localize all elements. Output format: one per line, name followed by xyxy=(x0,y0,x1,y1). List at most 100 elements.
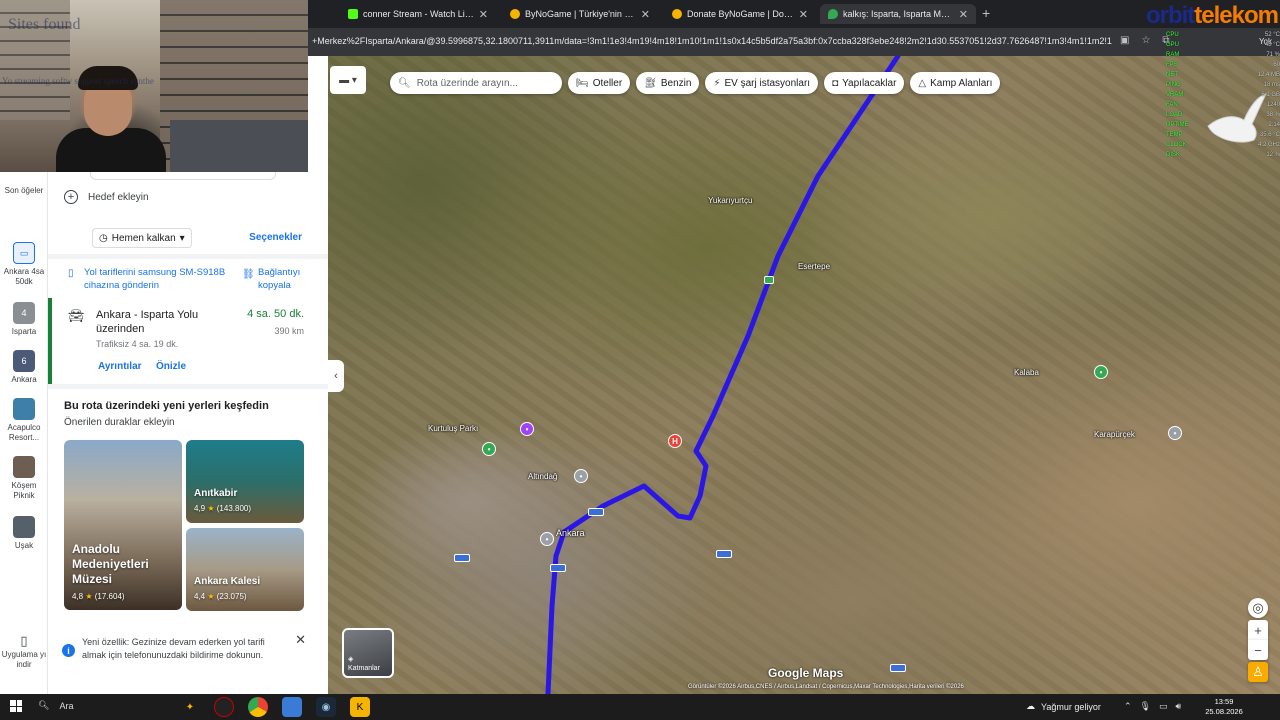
url-field[interactable]: +Merkez%2FIsparta/Ankara/@39.5996875,32.… xyxy=(312,36,1112,46)
zoom-in-button[interactable]: + xyxy=(1248,620,1268,640)
stat-label: FAN xyxy=(1166,102,1178,108)
highway-shield-icon xyxy=(890,664,906,672)
google-maps-logo: Google Maps xyxy=(768,666,844,680)
recording-app-icon[interactable] xyxy=(214,697,234,717)
widgets-icon[interactable]: ✦ xyxy=(180,697,200,717)
collapse-panel-button[interactable]: ‹ xyxy=(328,360,344,392)
route-details-link[interactable]: Ayrıntılar xyxy=(98,361,142,372)
route-marker-icon xyxy=(764,276,774,284)
microphone-icon[interactable]: 🎙︎ xyxy=(1140,701,1151,712)
place-review-count: (17.604) xyxy=(94,592,125,601)
rail-item-ankara-route[interactable]: ▭ Ankara 4sa 50dk xyxy=(0,242,48,287)
app-icon[interactable]: K xyxy=(350,697,370,717)
place-card-museum[interactable]: Anadolu Medeniyetleri Müzesi 4,8 ★ (17.6… xyxy=(64,440,182,610)
place-card-anitkabir[interactable]: Anıtkabir 4,9 ★ (143.800) xyxy=(186,440,304,523)
rail-item-usak[interactable]: Uşak xyxy=(0,516,48,551)
cast-icon[interactable]: ▣ xyxy=(1120,35,1129,46)
hospital-pin-icon[interactable]: H xyxy=(668,434,682,448)
tab-title: Donate ByNoGame | Donations xyxy=(687,9,794,19)
taskbar-apps: ✦ ◉ K xyxy=(180,697,370,717)
rail-item-isparta[interactable]: 4 Isparta xyxy=(0,302,48,337)
park-pin-icon[interactable]: • xyxy=(482,442,496,456)
browser-tab-bynogame[interactable]: ByNoGame | Türkiye'nin En Büy ✕ xyxy=(502,4,658,24)
attraction-pin-icon[interactable]: • xyxy=(520,422,534,436)
map-place-label[interactable]: Karapürçek xyxy=(1094,430,1135,439)
map-place-label[interactable]: Esertepe xyxy=(798,262,830,271)
file-explorer-icon[interactable] xyxy=(282,697,302,717)
place-card-ankara-kalesi[interactable]: Ankara Kalesi 4,4 ★ (23.075) xyxy=(186,528,304,611)
place-name: Anıtkabir xyxy=(194,488,238,499)
stat-value: 4.2 GHz xyxy=(1257,142,1280,148)
windows-taskbar: 🔍︎ Ara ✦ ◉ K ☁︎ Yağmur geliyor ⌃ 🎙︎ ▭ 🔊︎… xyxy=(0,694,1280,720)
close-icon[interactable]: ✕ xyxy=(295,632,306,648)
clock-icon: ◷ xyxy=(99,232,108,244)
stat-label: DISK xyxy=(1166,152,1181,158)
bookmark-star-icon[interactable]: ☆ xyxy=(1141,35,1150,46)
start-button[interactable] xyxy=(10,700,22,712)
rail-item-kosem-piknik[interactable]: Köşem Piknik xyxy=(0,456,48,501)
map-place-label[interactable]: Ankara xyxy=(556,528,585,538)
chip-hotels[interactable]: 🛏︎ Oteller xyxy=(568,72,631,94)
map-place-label[interactable]: Altındağ xyxy=(528,472,557,481)
close-tab-icon[interactable]: ✕ xyxy=(641,8,650,21)
map-place-label[interactable]: Kurtuluş Parkı xyxy=(428,424,478,433)
park-pin-icon[interactable]: • xyxy=(1094,365,1108,379)
copy-link-button[interactable]: ⛓︎ Bağlantıyı kopyala xyxy=(242,266,322,292)
chip-ev-charging[interactable]: ⚡︎ EV şarj istasyonları xyxy=(705,72,819,94)
chip-fuel[interactable]: ⛽︎ Benzin xyxy=(636,72,700,94)
star-icon: ★ xyxy=(207,504,215,513)
my-location-button[interactable]: ◎ xyxy=(1248,598,1268,618)
network-icon[interactable]: ▭ xyxy=(1159,701,1168,712)
place-pin-icon[interactable]: • xyxy=(540,532,554,546)
place-pin-icon[interactable]: • xyxy=(1168,426,1182,440)
send-to-phone-link[interactable]: ▯ Yol tariflerini samsung SM-S918B cihaz… xyxy=(68,266,236,292)
weather-widget[interactable]: ☁︎ Yağmur geliyor xyxy=(1026,701,1101,712)
browser-tab-maps[interactable]: kalkış: Isparta, Isparta Merkez/I ✕ xyxy=(820,4,976,24)
browser-tab-kick[interactable]: conner Stream - Watch Live on ✕ xyxy=(340,4,496,24)
stat-label: NET xyxy=(1166,72,1178,78)
taskbar-clock[interactable]: 13:59 25.08.2026 xyxy=(1202,697,1246,717)
taskbar-search[interactable]: 🔍︎ Ara xyxy=(38,700,73,711)
browser-tab-donate[interactable]: Donate ByNoGame | Donations ✕ xyxy=(664,4,816,24)
route-preview-link[interactable]: Önizle xyxy=(156,361,186,372)
chip-campgrounds[interactable]: △ Kamp Alanları xyxy=(910,72,1001,94)
map-place-label[interactable]: Yukarıyurtçu xyxy=(708,196,752,205)
zoom-out-button[interactable]: − xyxy=(1248,640,1268,660)
chrome-icon[interactable] xyxy=(248,697,268,717)
speaker-icon[interactable]: 🔊︎ xyxy=(1176,701,1182,712)
bynogame-icon xyxy=(672,9,682,19)
fuel-icon: ⛽︎ xyxy=(644,77,657,89)
route-search-input[interactable]: 🔍︎ Rota üzerinde arayın... xyxy=(390,72,562,94)
rail-item-label: Uşak xyxy=(14,541,34,550)
chip-label: Kamp Alanları xyxy=(930,77,993,89)
satellite-map[interactable]: ▬ ▾ 🔍︎ Rota üzerinde arayın... 🛏︎ Oteller… xyxy=(328,56,1280,694)
address-bar-icons: ▣ ☆ ⧉ xyxy=(1120,35,1170,46)
layers-button[interactable]: ◈ Katmanlar xyxy=(342,628,394,678)
new-tab-icon[interactable]: + xyxy=(982,5,990,21)
stat-value: 1240 xyxy=(1266,102,1280,108)
close-tab-icon[interactable]: ✕ xyxy=(959,8,968,21)
options-link[interactable]: Seçenekler xyxy=(249,232,302,243)
stat-value: 35.6 °C xyxy=(1259,132,1280,138)
rail-item-acapulco[interactable]: Acapulco Resort... xyxy=(0,398,48,443)
add-destination-button[interactable]: + Hedef ekleyin xyxy=(64,190,149,204)
stat-row: VRAM 6.1 GB xyxy=(1166,90,1280,100)
chip-things-to-do[interactable]: ◘ Yapılacaklar xyxy=(824,72,905,94)
close-tab-icon[interactable]: ✕ xyxy=(479,8,488,21)
route-option-card[interactable]: 🚘︎ Ankara - Isparta Yolu üzerinden 4 sa.… xyxy=(48,298,320,384)
steam-icon[interactable]: ◉ xyxy=(316,697,336,717)
send-to-phone-label: Yol tariflerini samsung SM-S918B cihazın… xyxy=(84,267,226,291)
street-view-button[interactable]: ♙ xyxy=(1248,662,1268,682)
close-tab-icon[interactable]: ✕ xyxy=(799,8,808,21)
stat-label: UPTIME xyxy=(1166,122,1189,128)
map-place-label[interactable]: Kalaba xyxy=(1014,368,1039,377)
chevron-up-icon[interactable]: ⌃ xyxy=(1124,701,1132,712)
link-icon: ⛓︎ xyxy=(242,269,255,280)
map-menu-button[interactable]: ▬ ▾ xyxy=(330,66,366,94)
download-app-button[interactable]: ▯ Uygulama yı indir xyxy=(0,634,48,670)
leave-now-dropdown[interactable]: ◷ Hemen kalkan ▾ xyxy=(92,228,192,248)
place-pin-icon[interactable]: • xyxy=(574,469,588,483)
brand-part-2: telekom xyxy=(1194,2,1279,29)
minus-icon: − xyxy=(1254,642,1262,658)
rail-item-ankara[interactable]: 6 Ankara xyxy=(0,350,48,385)
